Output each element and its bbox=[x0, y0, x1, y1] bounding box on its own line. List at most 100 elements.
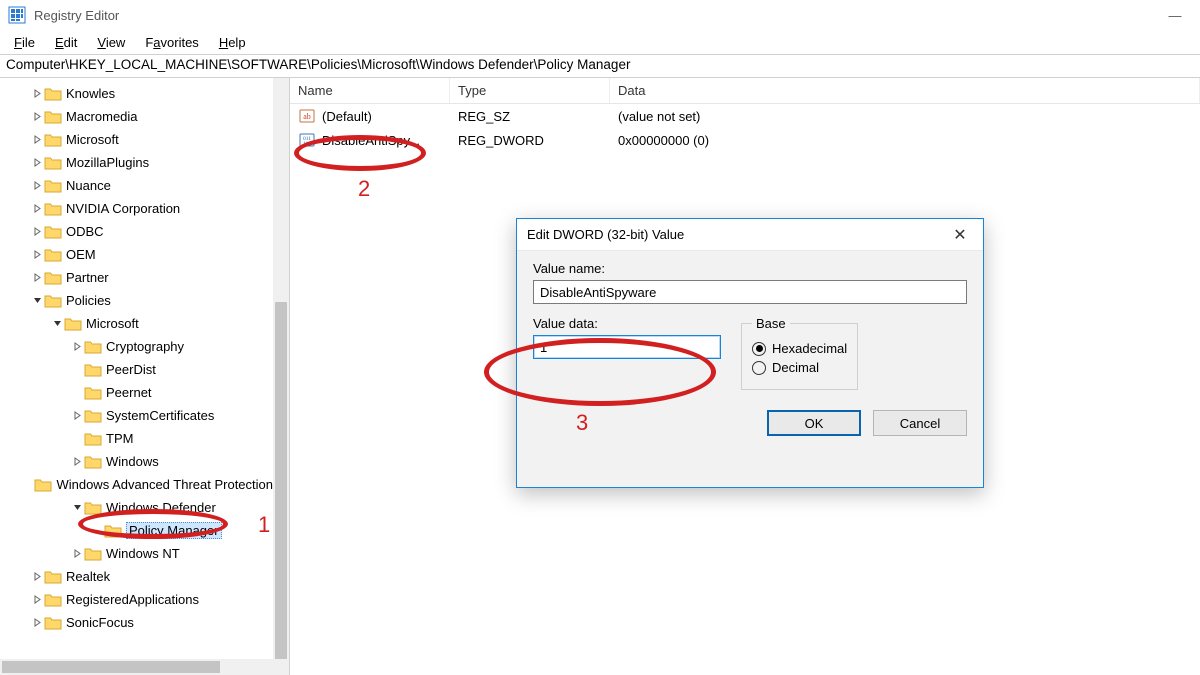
scrollbar-thumb[interactable] bbox=[275, 302, 287, 662]
tree-item[interactable]: Microsoft bbox=[0, 128, 273, 151]
menu-favorites[interactable]: Favorites bbox=[137, 33, 206, 52]
ok-button[interactable]: OK bbox=[767, 410, 861, 436]
tree-item[interactable]: SonicFocus bbox=[0, 611, 273, 634]
tree-item[interactable]: ODBC bbox=[0, 220, 273, 243]
tree-item[interactable]: RegisteredApplications bbox=[0, 588, 273, 611]
folder-icon bbox=[84, 454, 102, 470]
regedit-icon bbox=[8, 6, 26, 24]
tree-expander-icon[interactable] bbox=[70, 342, 84, 351]
value-row[interactable]: 011110DisableAntiSpy...REG_DWORD0x000000… bbox=[290, 128, 1200, 152]
tree-item-label: TPM bbox=[106, 431, 133, 446]
tree-item-label: Partner bbox=[66, 270, 109, 285]
folder-icon bbox=[44, 615, 62, 631]
tree-expander-icon[interactable] bbox=[70, 503, 84, 512]
tree-item-label: Realtek bbox=[66, 569, 110, 584]
folder-icon bbox=[44, 86, 62, 102]
menu-help[interactable]: Help bbox=[211, 33, 254, 52]
column-data[interactable]: Data bbox=[610, 78, 1200, 103]
menu-edit[interactable]: Edit bbox=[47, 33, 85, 52]
tree-item-label: SystemCertificates bbox=[106, 408, 214, 423]
address-bar[interactable]: Computer\HKEY_LOCAL_MACHINE\SOFTWARE\Pol… bbox=[0, 54, 1200, 78]
tree-item[interactable]: Windows bbox=[0, 450, 273, 473]
scrollbar-thumb[interactable] bbox=[2, 661, 220, 673]
value-row[interactable]: ab(Default)REG_SZ(value not set) bbox=[290, 104, 1200, 128]
tree-item[interactable]: Peernet bbox=[0, 381, 273, 404]
tree-expander-icon[interactable] bbox=[30, 89, 44, 98]
tree-item[interactable]: Windows NT bbox=[0, 542, 273, 565]
tree-expander-icon[interactable] bbox=[30, 595, 44, 604]
tree-pane: Knowles Macromedia Microsoft MozillaPlugins… bbox=[0, 78, 290, 675]
tree-expander-icon[interactable] bbox=[50, 319, 64, 328]
tree-item[interactable]: Partner bbox=[0, 266, 273, 289]
base-group: Base Hexadecimal Decimal bbox=[741, 316, 858, 390]
radio-decimal[interactable]: Decimal bbox=[752, 360, 847, 375]
radio-hexadecimal[interactable]: Hexadecimal bbox=[752, 341, 847, 356]
dialog-title: Edit DWORD (32-bit) Value bbox=[527, 227, 684, 242]
tree-item[interactable]: Policies bbox=[0, 289, 273, 312]
tree-item[interactable]: Realtek bbox=[0, 565, 273, 588]
folder-icon bbox=[44, 270, 62, 286]
value-data-field[interactable] bbox=[533, 335, 721, 359]
tree-item-label: PeerDist bbox=[106, 362, 156, 377]
tree-item[interactable]: NVIDIA Corporation bbox=[0, 197, 273, 220]
tree-expander-icon[interactable] bbox=[30, 181, 44, 190]
tree-expander-icon[interactable] bbox=[30, 250, 44, 259]
tree-item[interactable]: Microsoft bbox=[0, 312, 273, 335]
tree-item-label: Macromedia bbox=[66, 109, 138, 124]
tree-item[interactable]: OEM bbox=[0, 243, 273, 266]
tree-expander-icon[interactable] bbox=[70, 549, 84, 558]
value-name-field[interactable] bbox=[533, 280, 967, 304]
folder-icon bbox=[84, 339, 102, 355]
column-name[interactable]: Name bbox=[290, 78, 450, 103]
menu-file[interactable]: File bbox=[6, 33, 43, 52]
tree-expander-icon[interactable] bbox=[30, 227, 44, 236]
tree-item[interactable]: Policy Manager bbox=[0, 519, 273, 542]
registry-tree[interactable]: Knowles Macromedia Microsoft MozillaPlugins… bbox=[0, 78, 273, 659]
tree-item-label: OEM bbox=[66, 247, 96, 262]
tree-item[interactable]: Nuance bbox=[0, 174, 273, 197]
list-header[interactable]: Name Type Data bbox=[290, 78, 1200, 104]
tree-item-label: MozillaPlugins bbox=[66, 155, 149, 170]
tree-item[interactable]: Knowles bbox=[0, 82, 273, 105]
tree-expander-icon[interactable] bbox=[30, 204, 44, 213]
tree-item[interactable]: SystemCertificates bbox=[0, 404, 273, 427]
menu-view[interactable]: View bbox=[89, 33, 133, 52]
tree-item[interactable]: Windows Defender bbox=[0, 496, 273, 519]
radio-icon bbox=[752, 342, 766, 356]
tree-expander-icon[interactable] bbox=[30, 273, 44, 282]
column-type[interactable]: Type bbox=[450, 78, 610, 103]
tree-item[interactable]: Cryptography bbox=[0, 335, 273, 358]
list-body: ab(Default)REG_SZ(value not set)011110Di… bbox=[290, 104, 1200, 152]
tree-expander-icon[interactable] bbox=[70, 411, 84, 420]
dword-value-icon: 011110 bbox=[298, 131, 316, 149]
tree-expander-icon[interactable] bbox=[70, 457, 84, 466]
tree-item-label: ODBC bbox=[66, 224, 104, 239]
tree-item[interactable]: TPM bbox=[0, 427, 273, 450]
folder-icon bbox=[44, 293, 62, 309]
tree-item[interactable]: Windows Advanced Threat Protection bbox=[0, 473, 273, 496]
svg-text:ab: ab bbox=[303, 112, 311, 121]
tree-horizontal-scrollbar[interactable] bbox=[0, 659, 273, 675]
tree-expander-icon[interactable] bbox=[30, 618, 44, 627]
folder-icon bbox=[84, 500, 102, 516]
dialog-close-button[interactable]: ✕ bbox=[947, 225, 973, 245]
tree-expander-icon[interactable] bbox=[30, 158, 44, 167]
tree-expander-icon[interactable] bbox=[30, 135, 44, 144]
tree-item-label: Microsoft bbox=[86, 316, 139, 331]
dialog-titlebar[interactable]: Edit DWORD (32-bit) Value ✕ bbox=[517, 219, 983, 251]
tree-expander-icon[interactable] bbox=[30, 572, 44, 581]
folder-icon bbox=[44, 155, 62, 171]
cancel-button[interactable]: Cancel bbox=[873, 410, 967, 436]
value-name: (Default) bbox=[322, 109, 372, 124]
tree-item-label: SonicFocus bbox=[66, 615, 134, 630]
minimize-button[interactable]: — bbox=[1158, 8, 1192, 23]
tree-item[interactable]: Macromedia bbox=[0, 105, 273, 128]
folder-icon bbox=[44, 569, 62, 585]
tree-vertical-scrollbar[interactable] bbox=[273, 78, 289, 659]
menubar: File Edit View Favorites Help bbox=[0, 30, 1200, 54]
tree-item[interactable]: PeerDist bbox=[0, 358, 273, 381]
string-value-icon: ab bbox=[298, 107, 316, 125]
tree-expander-icon[interactable] bbox=[30, 296, 44, 305]
tree-item[interactable]: MozillaPlugins bbox=[0, 151, 273, 174]
tree-expander-icon[interactable] bbox=[30, 112, 44, 121]
